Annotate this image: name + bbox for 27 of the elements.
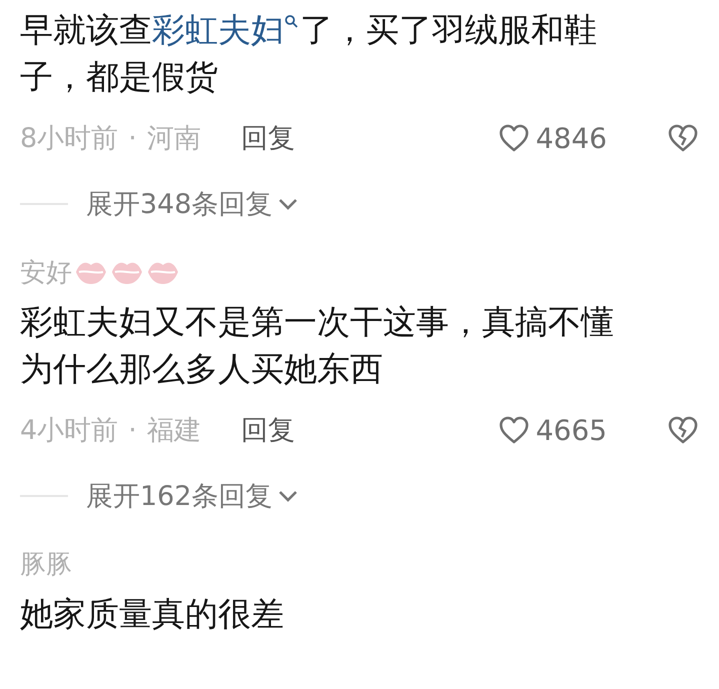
comment-text: 早就该查彩虹夫妇 了，买了羽绒服和鞋 (20, 9, 597, 51)
comment-location: 福建 (146, 414, 201, 448)
chevron-down-icon (276, 197, 299, 211)
comment-time: 4小时前 (20, 414, 118, 448)
topic-link[interactable]: 彩虹夫妇 (152, 10, 300, 49)
comment-location: 河南 (146, 122, 201, 156)
expand-replies-button[interactable]: 展开348条回复 (86, 186, 299, 222)
heart-icon (498, 123, 530, 153)
like-button[interactable]: 4665 (498, 414, 607, 446)
reply-button[interactable]: 回复 (240, 120, 295, 156)
like-button[interactable]: 4846 (498, 122, 607, 154)
reply-button[interactable]: 回复 (240, 412, 295, 448)
dislike-button[interactable] (667, 415, 699, 445)
broken-heart-icon (667, 415, 699, 445)
search-icon (284, 14, 300, 30)
dot-separator: · (128, 122, 137, 154)
comment-text: 子，都是假货 (20, 56, 218, 98)
comment-text: 为什么那么多人买她东西 (20, 348, 383, 390)
comment-text: 彩虹夫妇又不是第一次干这事，真搞不懂 (20, 301, 614, 343)
comment-text: 她家质量真的很差 (20, 593, 284, 635)
expand-replies-button[interactable]: 展开162条回复 (86, 478, 299, 514)
dislike-button[interactable] (667, 123, 699, 153)
heart-icon (498, 415, 530, 445)
broken-heart-icon (667, 123, 699, 153)
dot-separator: · (128, 414, 137, 446)
chevron-down-icon (276, 489, 299, 503)
comment-time: 8小时前 (20, 122, 118, 156)
